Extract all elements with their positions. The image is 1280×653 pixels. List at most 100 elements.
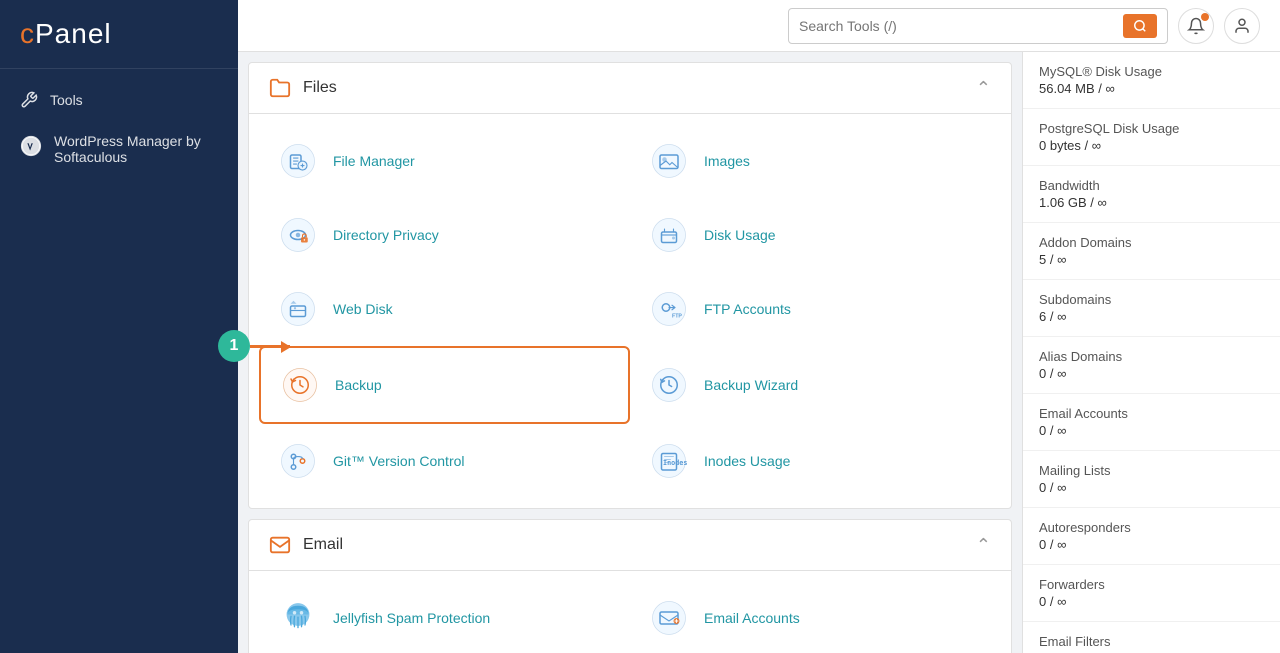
stats-subdomains-value: 6 / ∞ xyxy=(1039,309,1264,324)
file-manager-icon xyxy=(277,140,319,182)
main-content: Files ⌃ xyxy=(238,0,1280,653)
git-icon xyxy=(277,440,319,482)
sidebar-item-wordpress[interactable]: WordPress Manager by Softaculous xyxy=(0,121,238,177)
email-accounts-icon xyxy=(648,597,690,639)
tools-icon xyxy=(20,91,38,109)
git-version-control-item[interactable]: Git™ Version Control xyxy=(259,424,630,498)
inodes-usage-item[interactable]: Inodes Inodes Usage xyxy=(630,424,1001,498)
directory-privacy-icon xyxy=(277,214,319,256)
backup-label: Backup xyxy=(335,377,382,393)
stats-forwarders-label: Forwarders xyxy=(1039,577,1264,592)
stats-addon-domains-value: 5 / ∞ xyxy=(1039,252,1264,267)
images-label: Images xyxy=(704,153,750,169)
email-section-label: Email xyxy=(303,536,343,554)
web-disk-label: Web Disk xyxy=(333,301,393,317)
backup-wizard-icon xyxy=(648,364,690,406)
wordpress-label: WordPress Manager by Softaculous xyxy=(54,133,218,165)
ftp-accounts-item[interactable]: FTP FTP Accounts xyxy=(630,272,1001,346)
sidebar-item-tools[interactable]: Tools xyxy=(0,79,238,121)
inodes-icon: Inodes xyxy=(648,440,690,482)
ftp-accounts-icon: FTP xyxy=(648,288,690,330)
sidebar: cPanel Tools WordPress Manager by Softac… xyxy=(0,0,238,653)
git-label: Git™ Version Control xyxy=(333,453,465,469)
files-collapse-button[interactable]: ⌃ xyxy=(976,78,991,99)
web-disk-item[interactable]: Web Disk xyxy=(259,272,630,346)
email-collapse-button[interactable]: ⌃ xyxy=(976,535,991,556)
stats-subdomains: Subdomains 6 / ∞ xyxy=(1023,280,1280,337)
directory-privacy-item[interactable]: Directory Privacy xyxy=(259,198,630,272)
stats-bandwidth-value: 1.06 GB / ∞ xyxy=(1039,195,1264,210)
email-accounts-item[interactable]: Email Accounts xyxy=(630,581,1001,653)
sidebar-nav: Tools WordPress Manager by Softaculous xyxy=(0,69,238,187)
stats-postgresql-value: 0 bytes / ∞ xyxy=(1039,138,1264,153)
disk-usage-icon xyxy=(648,214,690,256)
jellyfish-icon xyxy=(277,597,319,639)
backup-wizard-item[interactable]: Backup Wizard xyxy=(630,346,1001,424)
cpanel-logo-text: cPanel xyxy=(20,18,218,50)
files-section-label: Files xyxy=(303,79,337,97)
folder-icon xyxy=(269,77,291,99)
svg-text:FTP: FTP xyxy=(672,313,682,319)
step-arrow xyxy=(250,345,290,348)
stats-autoresponders-value: 0 / ∞ xyxy=(1039,537,1264,552)
email-section: Email ⌃ xyxy=(248,519,1012,653)
email-accounts-label: Email Accounts xyxy=(704,610,800,626)
stats-addon-domains-label: Addon Domains xyxy=(1039,235,1264,250)
disk-usage-label: Disk Usage xyxy=(704,227,776,243)
stats-alias-domains: Alias Domains 0 / ∞ xyxy=(1023,337,1280,394)
files-section: Files ⌃ xyxy=(248,62,1012,509)
stats-email-accounts: Email Accounts 0 / ∞ xyxy=(1023,394,1280,451)
search-button[interactable] xyxy=(1123,14,1157,38)
stats-mysql-disk-value: 56.04 MB / ∞ xyxy=(1039,81,1264,96)
stats-bandwidth-label: Bandwidth xyxy=(1039,178,1264,193)
stats-email-accounts-label: Email Accounts xyxy=(1039,406,1264,421)
ftp-accounts-label: FTP Accounts xyxy=(704,301,791,317)
files-section-header[interactable]: Files ⌃ xyxy=(249,63,1011,114)
directory-privacy-label: Directory Privacy xyxy=(333,227,439,243)
notification-dot xyxy=(1201,13,1209,21)
stats-email-filters: Email Filters xyxy=(1023,622,1280,653)
stats-forwarders-value: 0 / ∞ xyxy=(1039,594,1264,609)
search-input[interactable] xyxy=(799,18,1115,34)
user-icon xyxy=(1233,17,1251,35)
stats-addon-domains: Addon Domains 5 / ∞ xyxy=(1023,223,1280,280)
stats-autoresponders-label: Autoresponders xyxy=(1039,520,1264,535)
main-scroll: Files ⌃ xyxy=(238,52,1022,653)
stats-email-accounts-value: 0 / ∞ xyxy=(1039,423,1264,438)
search-icon xyxy=(1133,19,1147,33)
stats-postgresql-label: PostgreSQL Disk Usage xyxy=(1039,121,1264,136)
wordpress-icon xyxy=(20,135,42,157)
stats-forwarders: Forwarders 0 / ∞ xyxy=(1023,565,1280,622)
stats-mysql-disk-label: MySQL® Disk Usage xyxy=(1039,64,1264,79)
stats-autoresponders: Autoresponders 0 / ∞ xyxy=(1023,508,1280,565)
email-section-header[interactable]: Email ⌃ xyxy=(249,520,1011,571)
file-manager-item[interactable]: File Manager xyxy=(259,124,630,198)
file-manager-label: File Manager xyxy=(333,153,415,169)
jellyfish-spam-item[interactable]: Jellyfish Spam Protection xyxy=(259,581,630,653)
backup-item[interactable]: Backup xyxy=(259,346,630,424)
stats-postgresql-disk: PostgreSQL Disk Usage 0 bytes / ∞ xyxy=(1023,109,1280,166)
disk-usage-item[interactable]: Disk Usage xyxy=(630,198,1001,272)
backup-icon xyxy=(279,364,321,406)
stats-mysql-disk: MySQL® Disk Usage 56.04 MB / ∞ xyxy=(1023,52,1280,109)
search-box xyxy=(788,8,1168,44)
notifications-button[interactable] xyxy=(1178,8,1214,44)
web-disk-icon xyxy=(277,288,319,330)
stats-mailing-lists-value: 0 / ∞ xyxy=(1039,480,1264,495)
content-area: Files ⌃ xyxy=(238,52,1280,653)
email-items-grid: Jellyfish Spam Protection xyxy=(249,571,1011,653)
stats-mailing-lists-label: Mailing Lists xyxy=(1039,463,1264,478)
files-items-grid: File Manager Images xyxy=(249,114,1011,508)
header xyxy=(238,0,1280,52)
stats-bandwidth: Bandwidth 1.06 GB / ∞ xyxy=(1023,166,1280,223)
sidebar-logo: cPanel xyxy=(0,0,238,69)
email-section-icon xyxy=(269,534,291,556)
tools-label: Tools xyxy=(50,92,83,108)
user-button[interactable] xyxy=(1224,8,1260,44)
images-icon xyxy=(648,140,690,182)
images-item[interactable]: Images xyxy=(630,124,1001,198)
stats-email-filters-label: Email Filters xyxy=(1039,634,1264,649)
step-indicator: 1 xyxy=(218,330,290,362)
email-section-header-left: Email xyxy=(269,534,343,556)
jellyfish-spam-label: Jellyfish Spam Protection xyxy=(333,610,490,626)
